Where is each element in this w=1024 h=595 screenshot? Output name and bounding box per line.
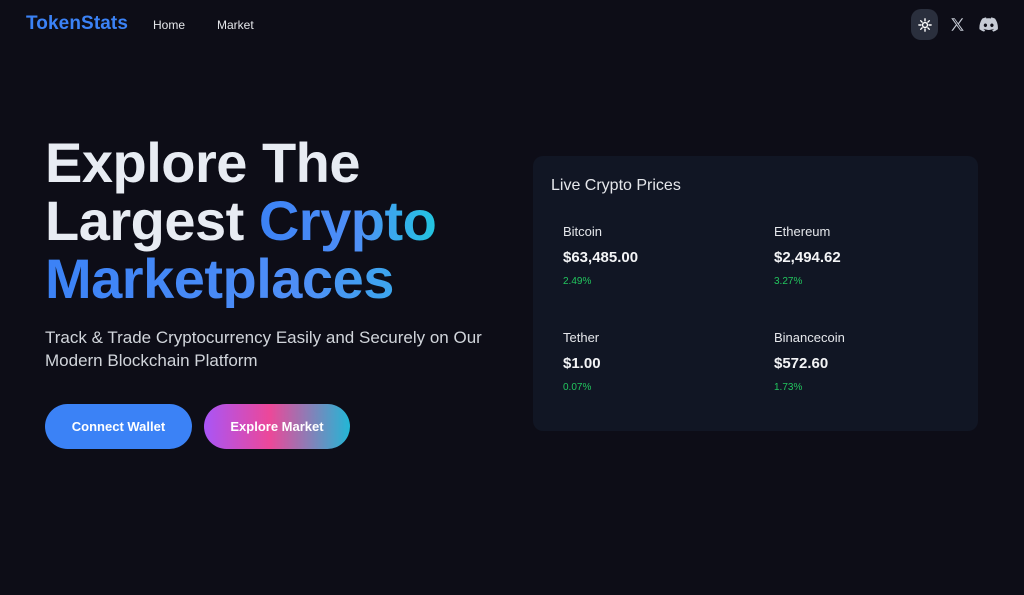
explore-market-button[interactable]: Explore Market	[204, 404, 350, 449]
coin-change: 0.07%	[563, 382, 592, 393]
coin-name: Ethereum	[774, 224, 831, 239]
coin-price: $1.00	[563, 355, 601, 372]
gear-icon	[917, 17, 932, 32]
coin-price: $2,494.62	[774, 249, 841, 266]
hero-title: Explore The Largest Crypto Marketplaces	[45, 134, 515, 308]
coin-change: 3.27%	[774, 276, 803, 287]
logo[interactable]: TokenStats	[26, 13, 128, 35]
coin-card-bitcoin[interactable]: Bitcoin $63,485.00 2.49%	[563, 224, 743, 287]
coin-name: Tether	[563, 330, 600, 345]
discord-icon	[979, 17, 998, 32]
hero-title-line-3: Marketplaces	[45, 250, 515, 308]
top-nav: TokenStats Home Market	[0, 0, 1024, 50]
panel-title: Live Crypto Prices	[551, 177, 681, 194]
coin-name: Binancecoin	[774, 330, 845, 345]
hero-title-accent: Crypto	[258, 189, 437, 252]
coin-card-ethereum[interactable]: Ethereum $2,494.62 3.27%	[774, 224, 954, 287]
coin-card-tether[interactable]: Tether $1.00 0.07%	[563, 330, 743, 393]
coin-card-binancecoin[interactable]: Binancecoin $572.60 1.73%	[774, 330, 954, 393]
nav-link-market[interactable]: Market	[217, 18, 254, 32]
discord-link-button[interactable]	[975, 9, 1002, 40]
connect-wallet-button[interactable]: Connect Wallet	[45, 404, 192, 449]
coin-change: 2.49%	[563, 276, 592, 287]
x-link-button[interactable]	[944, 9, 971, 40]
nav-link-home[interactable]: Home	[153, 18, 185, 32]
x-icon	[951, 18, 964, 31]
coin-name: Bitcoin	[563, 224, 603, 239]
hero-title-plain: Largest	[45, 189, 259, 252]
coin-price: $63,485.00	[563, 249, 639, 266]
theme-toggle-button[interactable]	[911, 9, 938, 40]
page: TokenStats Home Market Explore The Large…	[0, 0, 1024, 595]
hero-subtitle: Track & Trade Cryptocurrency Easily and …	[45, 328, 482, 370]
coin-price: $572.60	[774, 355, 829, 372]
live-prices-panel: Live Crypto Prices Bitcoin $63,485.00 2.…	[533, 156, 978, 431]
coin-change: 1.73%	[774, 382, 803, 393]
hero-title-line-2: Largest Crypto	[45, 192, 515, 250]
hero-title-line-1: Explore The	[45, 131, 361, 194]
